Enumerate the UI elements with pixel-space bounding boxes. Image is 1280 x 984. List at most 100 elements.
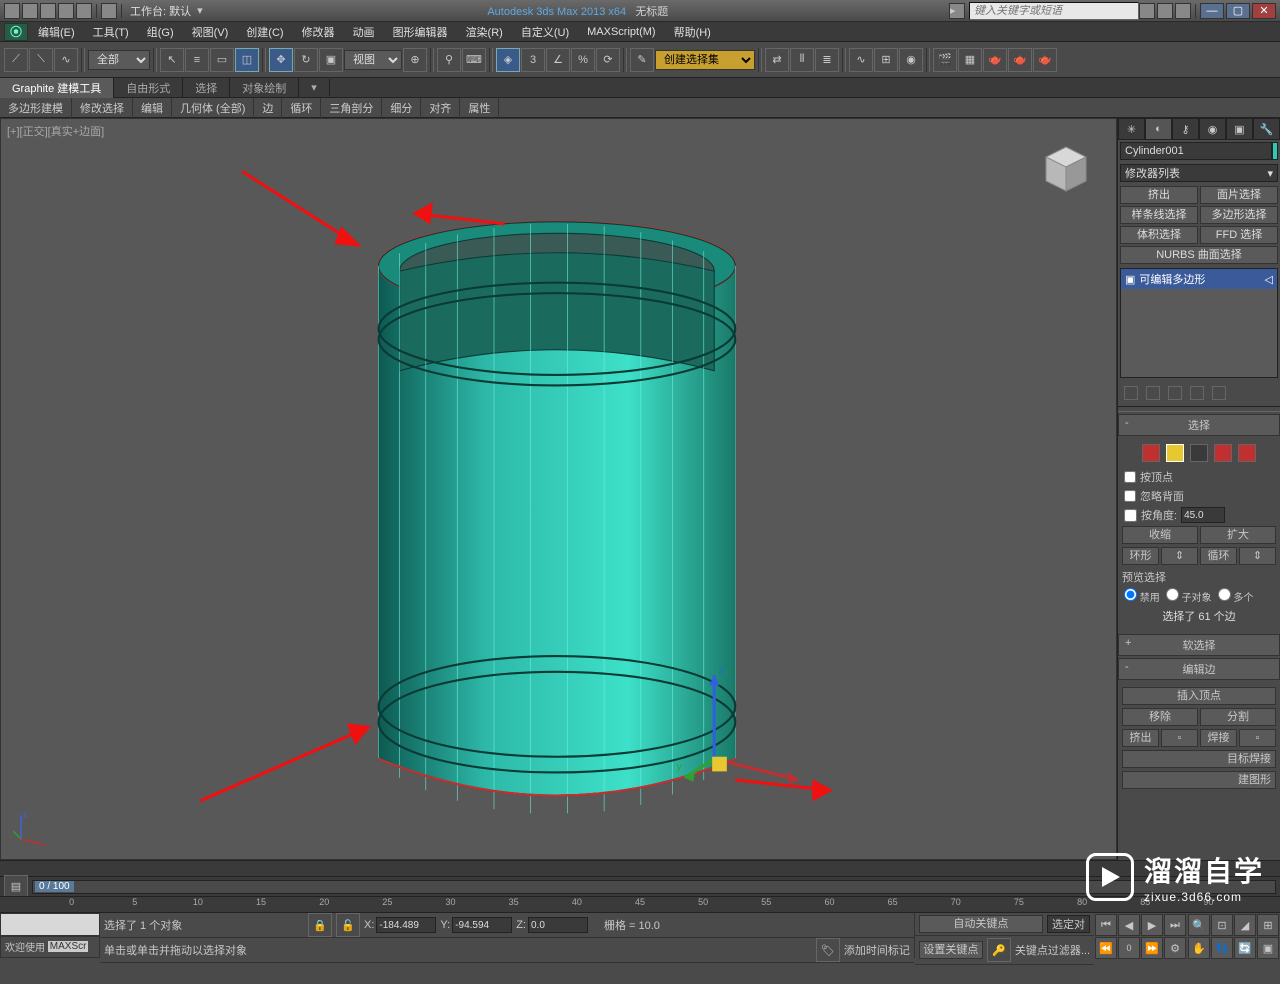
- menu-graph[interactable]: 图形编辑器: [385, 22, 456, 42]
- ribbon-expand-icon[interactable]: ▾: [299, 79, 330, 96]
- new-icon[interactable]: [4, 3, 20, 19]
- auto-key-button[interactable]: 自动关键点: [919, 915, 1043, 933]
- menu-customize[interactable]: 自定义(U): [513, 22, 577, 42]
- tab-graphite[interactable]: Graphite 建模工具: [0, 78, 114, 98]
- stack-item-editable-poly[interactable]: ▣ 可编辑多边形 ◁: [1121, 269, 1277, 289]
- menu-help[interactable]: 帮助(H): [666, 22, 719, 42]
- visibility-icon[interactable]: ◁: [1265, 273, 1273, 286]
- sub-loops[interactable]: 循环: [282, 98, 321, 118]
- weld-settings[interactable]: ▫: [1239, 729, 1276, 747]
- subobj-border-icon[interactable]: [1190, 444, 1208, 462]
- redo-icon[interactable]: [76, 3, 92, 19]
- time-input[interactable]: 0: [1118, 937, 1140, 959]
- named-sel-icon[interactable]: ✎: [630, 48, 654, 72]
- pan-icon[interactable]: ✋: [1188, 937, 1210, 959]
- tab-hierarchy-icon[interactable]: ⚷: [1172, 118, 1199, 140]
- window-crossing-icon[interactable]: ◫: [235, 48, 259, 72]
- render-frame-icon[interactable]: ▦: [958, 48, 982, 72]
- add-time-tag[interactable]: 添加时间标记: [844, 942, 910, 958]
- viewcube[interactable]: [1036, 139, 1096, 199]
- key-mode[interactable]: 选定对: [1047, 915, 1090, 933]
- btn-vol-sel[interactable]: 体积选择: [1120, 226, 1198, 244]
- named-selection-set[interactable]: 创建选择集: [655, 50, 755, 70]
- btn-loop[interactable]: 循环: [1200, 547, 1237, 565]
- curve-editor-icon[interactable]: ∿: [849, 48, 873, 72]
- pivot-icon[interactable]: ⊕: [403, 48, 427, 72]
- tab-selection[interactable]: 选择: [183, 78, 230, 98]
- tab-display-icon[interactable]: ▣: [1226, 118, 1253, 140]
- menu-modifiers[interactable]: 修改器: [294, 22, 343, 42]
- material-icon[interactable]: ◉: [899, 48, 923, 72]
- radio-subobj[interactable]: [1166, 588, 1179, 601]
- play-icon[interactable]: ▶: [1141, 914, 1163, 936]
- keyboard-icon[interactable]: ⌨: [462, 48, 486, 72]
- workspace-label[interactable]: 工作台: 默认: [126, 3, 195, 19]
- btn-shrink[interactable]: 收缩: [1122, 526, 1198, 544]
- rollout-soft-sel[interactable]: +软选择: [1118, 634, 1280, 656]
- sub-edges[interactable]: 边: [254, 98, 282, 118]
- layer-icon[interactable]: ≣: [815, 48, 839, 72]
- info-icon[interactable]: ▸: [949, 3, 965, 19]
- next-key-icon[interactable]: ⏩: [1141, 937, 1163, 959]
- time-tag-icon[interactable]: 🏷: [816, 938, 840, 962]
- btn-ring[interactable]: 环形: [1122, 547, 1159, 565]
- minimize-button[interactable]: —: [1200, 3, 1224, 19]
- btn-edge-shape[interactable]: 建图形: [1122, 771, 1276, 789]
- star-icon[interactable]: [1157, 3, 1173, 19]
- key-filter[interactable]: 关键点过滤器...: [1015, 942, 1090, 958]
- schematic-icon[interactable]: ⊞: [874, 48, 898, 72]
- menu-maxscript[interactable]: MAXScript(M): [579, 24, 663, 40]
- mirror-icon[interactable]: ⇄: [765, 48, 789, 72]
- viewport[interactable]: [+][正交][真实+边面]: [0, 118, 1117, 860]
- open-icon[interactable]: [22, 3, 38, 19]
- q-icon[interactable]: [1175, 3, 1191, 19]
- modifier-stack[interactable]: ▣ 可编辑多边形 ◁: [1120, 268, 1278, 378]
- percent-snap-icon[interactable]: %: [571, 48, 595, 72]
- ring-spinner[interactable]: ⇕: [1161, 547, 1198, 565]
- chk-by-angle[interactable]: [1124, 509, 1137, 522]
- select-link-icon[interactable]: ⟋: [4, 48, 28, 72]
- undo-icon[interactable]: [58, 3, 74, 19]
- coord-y[interactable]: [452, 917, 512, 933]
- time-slider[interactable]: 0 / 100: [35, 881, 74, 892]
- btn-spline-sel[interactable]: 样条线选择: [1120, 206, 1198, 224]
- menu-create[interactable]: 创建(C): [238, 22, 291, 42]
- goto-start-icon[interactable]: ⏮: [1095, 914, 1117, 936]
- rotate-icon[interactable]: ↻: [294, 48, 318, 72]
- set-key-button[interactable]: 设置关键点: [919, 941, 983, 959]
- btn-extrude[interactable]: 挤出: [1120, 186, 1198, 204]
- pin-stack-icon[interactable]: [1124, 386, 1138, 400]
- sub-edit[interactable]: 编辑: [133, 98, 172, 118]
- app-logo[interactable]: ⦿: [4, 23, 28, 41]
- rollout-selection[interactable]: -选择: [1118, 414, 1280, 436]
- menu-tools[interactable]: 工具(T): [85, 22, 137, 42]
- object-name-input[interactable]: [1120, 142, 1272, 160]
- angle-snap-icon[interactable]: ∠: [546, 48, 570, 72]
- sub-geometry[interactable]: 几何体 (全部): [172, 98, 254, 118]
- help-icon[interactable]: [1139, 3, 1155, 19]
- coord-z[interactable]: [528, 917, 588, 933]
- walk-icon[interactable]: 👣: [1211, 937, 1233, 959]
- manip-icon[interactable]: ⚲: [437, 48, 461, 72]
- prev-key-icon[interactable]: ⏪: [1095, 937, 1117, 959]
- ref-coord[interactable]: 视图: [344, 50, 402, 70]
- subobj-polygon-icon[interactable]: [1214, 444, 1232, 462]
- menu-render[interactable]: 渲染(R): [458, 22, 511, 42]
- angle-spinner[interactable]: [1181, 507, 1225, 523]
- btn-nurbs[interactable]: NURBS 曲面选择: [1120, 246, 1278, 264]
- select-name-icon[interactable]: ≡: [185, 48, 209, 72]
- remove-mod-icon[interactable]: [1190, 386, 1204, 400]
- extrude-settings[interactable]: ▫: [1161, 729, 1198, 747]
- close-button[interactable]: ✕: [1252, 3, 1276, 19]
- sub-props[interactable]: 属性: [460, 98, 499, 118]
- sub-align[interactable]: 对齐: [421, 98, 460, 118]
- unique-icon[interactable]: [1168, 386, 1182, 400]
- btn-split[interactable]: 分割: [1200, 708, 1276, 726]
- time-config-icon[interactable]: ⚙: [1164, 937, 1186, 959]
- btn-face-sel[interactable]: 面片选择: [1200, 186, 1278, 204]
- select-icon[interactable]: ↖: [160, 48, 184, 72]
- loop-spinner[interactable]: ⇕: [1239, 547, 1276, 565]
- link-icon[interactable]: [101, 3, 117, 19]
- fov-icon[interactable]: ◢: [1234, 914, 1256, 936]
- search-input[interactable]: [969, 2, 1139, 20]
